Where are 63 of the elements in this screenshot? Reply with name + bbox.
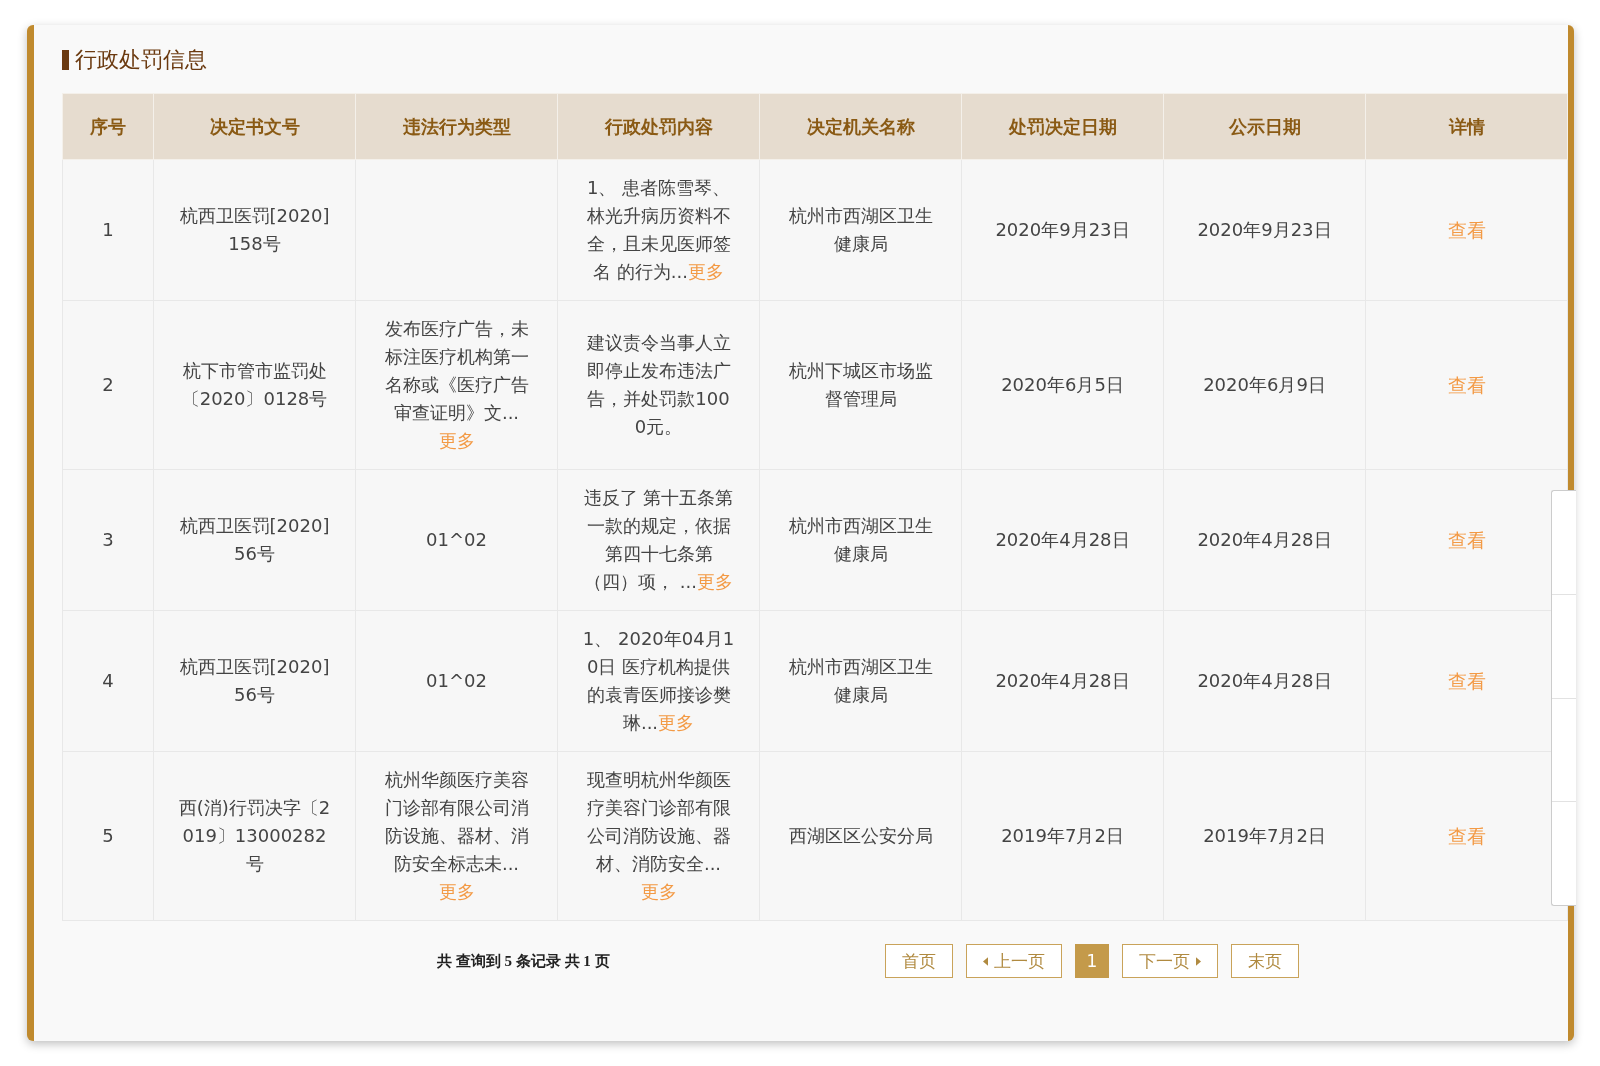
table-cell: 杭西卫医罚[2020]158号 <box>153 159 356 301</box>
table-cell: 2020年4月28日 <box>961 469 1164 611</box>
table-cell: 现查明杭州华颜医疗美容门诊部有限公司消防设施、器材、消防安全... 更多 <box>557 751 760 921</box>
more-link[interactable]: 更多 <box>658 712 695 733</box>
more-link[interactable]: 更多 <box>640 881 677 902</box>
table-cell: 杭州华颜医疗美容门诊部有限公司消防设施、器材、消防安全标志未... 更多 <box>355 751 558 921</box>
table-cell: 2020年4月28日 <box>1163 469 1366 611</box>
view-link[interactable]: 查看 <box>1447 528 1486 551</box>
table-cell: 杭州市西湖区卫生健康局 <box>759 159 962 301</box>
more-link[interactable]: 更多 <box>687 261 724 282</box>
table-cell: 4 <box>62 610 154 752</box>
table-cell: 1、 2020年04月10日 医疗机构提供的袁青医师接诊樊琳...更多 <box>557 610 760 752</box>
view-link[interactable]: 查看 <box>1447 824 1486 847</box>
table-cell: 违反了 第十五条第一款的规定，依据第四十七条第（四）项， ...更多 <box>557 469 760 611</box>
column-header: 决定机关名称 <box>759 93 962 160</box>
column-header: 公示日期 <box>1163 93 1366 160</box>
view-link[interactable]: 查看 <box>1447 669 1486 692</box>
previous-page-button[interactable]: 上一页 <box>966 944 1062 978</box>
record-summary: 共 查询到 5 条记录 共 1 页 <box>437 951 611 971</box>
view-link[interactable]: 查看 <box>1447 218 1486 241</box>
column-header: 行政处罚内容 <box>557 93 760 160</box>
table-cell: 杭西卫医罚[2020]56号 <box>153 469 356 611</box>
table-cell: 2020年9月23日 <box>1163 159 1366 301</box>
column-header: 处罚决定日期 <box>961 93 1164 160</box>
table-cell: 西湖区区公安分局 <box>759 751 962 921</box>
column-header: 详情 <box>1365 93 1568 160</box>
table-cell: 杭州市西湖区卫生健康局 <box>759 469 962 611</box>
table-cell: 2019年7月2日 <box>1163 751 1366 921</box>
table-cell: 2019年7月2日 <box>961 751 1164 921</box>
next-page-button[interactable]: 下一页 <box>1122 944 1218 978</box>
table-cell: 3 <box>62 469 154 611</box>
more-link[interactable]: 更多 <box>438 430 475 451</box>
table-cell: 5 <box>62 751 154 921</box>
table-cell: 杭州下城区市场监督管理局 <box>759 300 962 470</box>
table-cell: 1 <box>62 159 154 301</box>
page-nav-button[interactable]: 首页 <box>885 944 953 978</box>
table-cell: 杭州市西湖区卫生健康局 <box>759 610 962 752</box>
table-cell: 2 <box>62 300 154 470</box>
table-cell: 西(消)行罚决字〔2019〕13000282号 <box>153 751 356 921</box>
column-header: 序号 <box>62 93 154 160</box>
table-cell: 建议责令当事人立即停止发布违法广告，并处罚款1000元。 <box>557 300 760 470</box>
table-cell: 01^02 <box>355 610 558 752</box>
view-link[interactable]: 查看 <box>1447 373 1486 396</box>
more-link[interactable]: 更多 <box>696 571 733 592</box>
table-cell: 2020年6月5日 <box>961 300 1164 470</box>
table-cell: 1、 患者陈雪琴、林光升病历资料不全，且未见医师签名 的行为...更多 <box>557 159 760 301</box>
column-header: 决定书文号 <box>153 93 356 160</box>
column-header: 违法行为类型 <box>355 93 558 160</box>
table-cell: 01^02 <box>355 469 558 611</box>
left-triangle-icon <box>983 956 988 966</box>
table-cell: 杭下市管市监罚处〔2020〕0128号 <box>153 300 356 470</box>
right-triangle-icon <box>1196 956 1201 966</box>
page-number-button[interactable]: 1 <box>1075 944 1109 978</box>
title-marker-icon <box>62 50 69 70</box>
table-cell: 2020年4月28日 <box>961 610 1164 752</box>
table-cell: 发布医疗广告，未标注医疗机构第一名称或《医疗广告审查证明》文... 更多 <box>355 300 558 470</box>
table-cell: 2020年6月9日 <box>1163 300 1366 470</box>
table-cell: 2020年4月28日 <box>1163 610 1366 752</box>
section-title: 行政处罚信息 <box>75 46 207 74</box>
table-cell: 杭西卫医罚[2020]56号 <box>153 610 356 752</box>
page-nav-button[interactable]: 末页 <box>1231 944 1299 978</box>
table-cell: 2020年9月23日 <box>961 159 1164 301</box>
more-link[interactable]: 更多 <box>438 881 475 902</box>
